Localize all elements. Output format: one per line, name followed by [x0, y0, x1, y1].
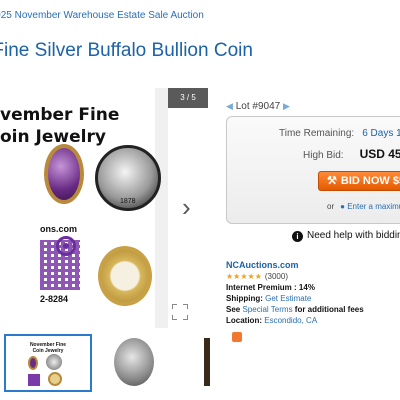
breadcrumb-auction-link[interactable]: 2025 November Warehouse Estate Sale Auct… [0, 10, 204, 21]
time-remaining-row: Time Remaining: 6 Days 11 H [279, 128, 400, 139]
thumbnail-1-image: November Fine Coin Jewelry [24, 340, 72, 388]
internet-premium-value: 14% [298, 283, 315, 292]
high-bid-label: High Bid: [303, 150, 344, 161]
gavel-icon: ⚒ [327, 175, 337, 187]
gold-watch-image [98, 246, 152, 306]
or-text: or [327, 202, 335, 211]
morgan-dollar-image: 1878 [95, 145, 161, 211]
special-terms-link[interactable]: Special Terms [242, 305, 292, 314]
info-icon: i [292, 231, 303, 242]
seller-rating[interactable]: ★★★★★ (3000) [226, 271, 364, 282]
bid-panel: Time Remaining: 6 Days 11 H High Bid: USD … [226, 116, 400, 224]
image-title-line1: vember Fine [0, 105, 120, 125]
location-value: Escondido, CA [264, 316, 318, 325]
max-bid-row: or● Enter a maximum [327, 202, 400, 211]
internet-premium-label: Internet Premium : [226, 283, 297, 292]
bid-now-label: BID NOW $5 [340, 175, 400, 187]
star-rating-icon: ★★★★★ [226, 272, 262, 281]
thumbnail-2-coin [114, 338, 154, 386]
bid-now-button[interactable]: ⚒ BID NOW $5 [318, 171, 400, 191]
seller-badge-icon [232, 332, 242, 342]
amethyst-ring-image [44, 144, 84, 204]
auction-item-page: |2025 November Warehouse Estate Sale Auc… [0, 0, 400, 400]
thumbnail-3[interactable] [204, 334, 212, 392]
shipping-label: Shipping: [226, 294, 263, 303]
page-title: 09 Fine Silver Buffalo Bullion Coin [0, 40, 253, 61]
image-title: vember Fine oin Jewelry [0, 104, 119, 148]
seller-name-link[interactable]: NCAuctions.com [226, 260, 364, 271]
time-remaining-label: Time Remaining: [279, 128, 355, 139]
terms-row: See Special Terms for additional fees [226, 304, 364, 315]
thumbnail-1-title-line2: Coin Jewelry [32, 348, 64, 354]
high-bid-value: USD 45.00 [359, 147, 400, 161]
image-site-text: ons.com [40, 224, 78, 234]
chevron-right-icon[interactable]: › [182, 194, 191, 220]
thumbnail-ring [28, 356, 38, 370]
coin-year: 1878 [120, 198, 136, 205]
thumbnail-3-image [204, 338, 210, 386]
bidding-help-link[interactable]: i Need help with bidding [292, 230, 400, 242]
internet-premium-row: Internet Premium : 14% [226, 282, 364, 293]
thumbnail-coin [46, 354, 62, 370]
thumbnail-2[interactable] [114, 334, 202, 392]
target-logo-icon [56, 236, 76, 256]
location-row: Location: Escondido, CA [226, 315, 364, 326]
location-label: Location: [226, 316, 262, 325]
terms-suffix: for additional fees [294, 305, 364, 314]
thumbnail-watch [48, 372, 62, 386]
enter-maximum-link[interactable]: Enter a maximum [347, 202, 400, 211]
high-bid-row: High Bid: USD 45.00 [303, 147, 400, 161]
fullscreen-icon[interactable] [172, 304, 188, 320]
triangle-left-icon[interactable]: ◀ [226, 101, 233, 112]
image-counter: 3 / 5 [168, 88, 208, 108]
triangle-right-icon[interactable]: ▶ [283, 101, 290, 112]
lot-number: Lot #9047 [235, 101, 281, 112]
shipping-estimate-link[interactable]: Get Estimate [265, 294, 311, 303]
time-remaining-value: 6 Days 11 H [362, 128, 400, 139]
thumbnail-1[interactable]: November Fine Coin Jewelry [4, 334, 92, 392]
shipping-row: Shipping: Get Estimate [226, 293, 364, 304]
thumbnail-qr [28, 374, 40, 386]
breadcrumb[interactable]: |2025 November Warehouse Estate Sale Auc… [0, 10, 204, 21]
seller-info: NCAuctions.com ★★★★★ (3000) Internet Prem… [226, 260, 364, 326]
terms-prefix: See [226, 305, 241, 314]
rating-count: (3000) [264, 272, 288, 281]
lot-navigation: ◀ Lot #9047 ▶ [226, 101, 290, 112]
bidding-help-text: Need help with bidding [307, 230, 400, 241]
image-phone-text: 2-8284 [40, 294, 69, 304]
thumbnail-strip: November Fine Coin Jewelry [0, 334, 215, 394]
thumbnail-1-title: November Fine Coin Jewelry [24, 342, 72, 354]
